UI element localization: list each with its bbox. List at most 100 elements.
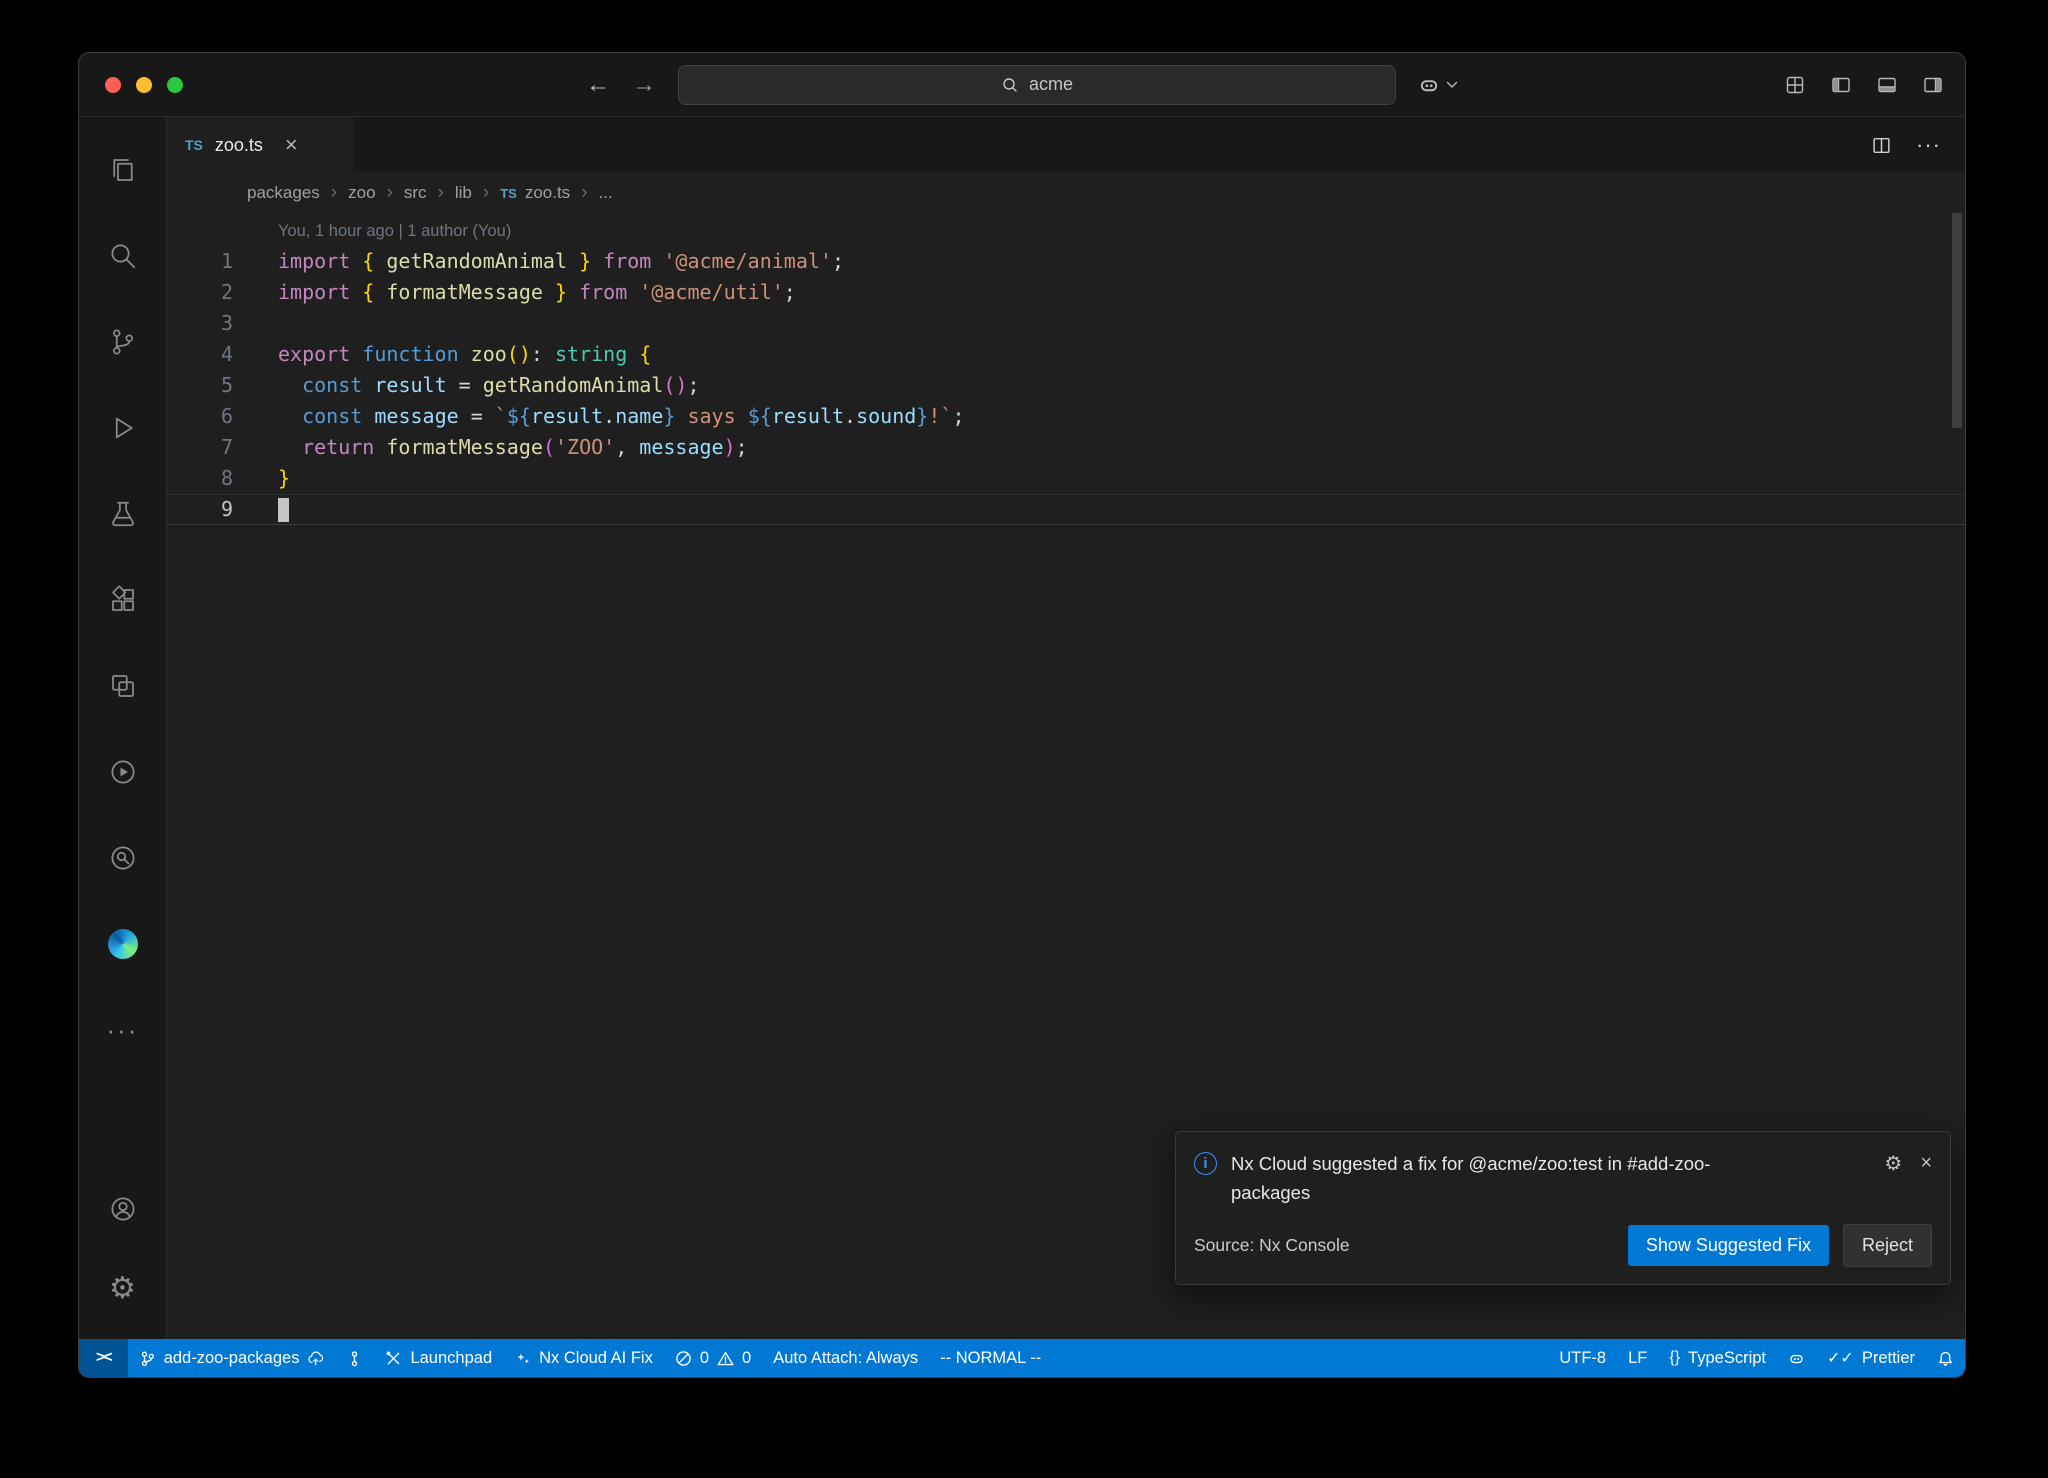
toggle-sidebar-left-icon[interactable] xyxy=(1831,75,1851,95)
breadcrumb-item[interactable]: lib xyxy=(455,183,472,203)
branch-item[interactable]: add-zoo-packages xyxy=(128,1339,336,1377)
problems-item[interactable]: 0 0 xyxy=(664,1339,762,1377)
account-icon[interactable] xyxy=(93,1169,153,1249)
breadcrumb: packages›zoo›src›lib›TSzoo.ts›... xyxy=(167,173,1965,213)
title-bar: ← → acme xyxy=(79,53,1965,117)
error-icon xyxy=(675,1350,692,1367)
line-number: 9 xyxy=(167,494,233,525)
code-text: export function zoo(): string { xyxy=(233,339,651,370)
copilot-icon xyxy=(1788,1350,1805,1367)
code-line[interactable]: 7 return formatMessage('ZOO', message); xyxy=(167,432,1965,463)
auto-attach-item[interactable]: Auto Attach: Always xyxy=(762,1339,929,1377)
close-window-button[interactable] xyxy=(105,77,121,93)
eol-item[interactable]: LF xyxy=(1617,1339,1658,1377)
line-number: 1 xyxy=(167,246,233,277)
forward-icon[interactable]: → xyxy=(632,73,656,97)
breadcrumb-item[interactable]: packages xyxy=(247,183,320,203)
breadcrumb-item[interactable]: zoo xyxy=(348,183,375,203)
line-number: 7 xyxy=(167,432,233,463)
code-line[interactable]: 4export function zoo(): string { xyxy=(167,339,1965,370)
back-icon[interactable]: ← xyxy=(586,73,610,97)
braces-icon: {} xyxy=(1669,1349,1680,1367)
search-circle-icon[interactable] xyxy=(93,815,153,901)
code-text: import { formatMessage } from '@acme/uti… xyxy=(233,277,796,308)
search-sidebar-icon[interactable] xyxy=(93,213,153,299)
copilot-menu[interactable] xyxy=(1418,74,1458,96)
editor-more-actions-icon[interactable]: ··· xyxy=(1916,132,1941,158)
line-number: 5 xyxy=(167,370,233,401)
gitlens-blame: You, 1 hour ago | 1 author (You) xyxy=(167,217,1965,246)
code-line[interactable]: 1import { getRandomAnimal } from '@acme/… xyxy=(167,246,1965,277)
code-line[interactable]: 5 const result = getRandomAnimal(); xyxy=(167,370,1965,401)
code-line[interactable]: 2import { formatMessage } from '@acme/ut… xyxy=(167,277,1965,308)
code-text: const message = `${result.name} says ${r… xyxy=(233,401,964,432)
language-item[interactable]: {} TypeScript xyxy=(1658,1339,1777,1377)
minimize-window-button[interactable] xyxy=(136,77,152,93)
split-editor-icon[interactable] xyxy=(1871,135,1892,156)
copilot-status-item[interactable] xyxy=(1777,1339,1816,1377)
window-controls xyxy=(105,77,183,93)
settings-gear-icon[interactable]: ⚙ xyxy=(93,1249,153,1329)
code-text: } xyxy=(233,463,290,494)
nx-cloud-fix-item[interactable]: Nx Cloud AI Fix xyxy=(503,1339,664,1377)
language-label: TypeScript xyxy=(1688,1349,1766,1368)
warning-count: 0 xyxy=(742,1349,751,1368)
ts-file-icon: TS xyxy=(500,186,517,201)
run-circle-icon[interactable] xyxy=(93,729,153,815)
search-value: acme xyxy=(1029,74,1073,95)
edge-browser-icon[interactable] xyxy=(93,901,153,987)
toggle-sidebar-right-icon[interactable] xyxy=(1923,75,1943,95)
notification-settings-icon[interactable]: ⚙ xyxy=(1884,1151,1902,1176)
launchpad-item[interactable]: Launchpad xyxy=(374,1339,503,1377)
breadcrumb-separator: › xyxy=(483,182,489,204)
breadcrumb-item[interactable]: TSzoo.ts xyxy=(500,183,570,203)
source-control-icon[interactable] xyxy=(93,299,153,385)
notification-toast: i Nx Cloud suggested a fix for @acme/zoo… xyxy=(1175,1131,1951,1285)
info-icon: i xyxy=(1194,1152,1217,1175)
encoding-item[interactable]: UTF-8 xyxy=(1548,1339,1617,1377)
notification-close-icon[interactable]: × xyxy=(1920,1152,1932,1175)
explorer-icon[interactable] xyxy=(93,127,153,213)
layout-grid-icon[interactable] xyxy=(1785,75,1805,95)
formatter-item[interactable]: ✓✓ Prettier xyxy=(1816,1339,1926,1377)
breadcrumb-item[interactable]: ... xyxy=(599,183,613,203)
sparkle-icon xyxy=(514,1350,531,1367)
tab-close-icon[interactable]: × xyxy=(285,132,298,158)
code-text xyxy=(233,494,289,525)
vim-mode-item[interactable]: -- NORMAL -- xyxy=(929,1339,1052,1377)
code-lines: 1import { getRandomAnimal } from '@acme/… xyxy=(167,246,1965,525)
code-line[interactable]: 6 const message = `${result.name} says $… xyxy=(167,401,1965,432)
status-bar: >< add-zoo-packages Launchpad xyxy=(79,1339,1965,1377)
editor-cursor xyxy=(278,498,289,522)
tab-zoo-ts[interactable]: TS zoo.ts × xyxy=(167,117,353,173)
double-check-icon: ✓✓ xyxy=(1827,1348,1854,1368)
ts-file-icon: TS xyxy=(185,137,203,153)
vim-mode-label: -- NORMAL -- xyxy=(940,1349,1041,1368)
testing-icon[interactable] xyxy=(93,471,153,557)
show-suggested-fix-button[interactable]: Show Suggested Fix xyxy=(1628,1225,1829,1266)
copilot-icon xyxy=(1418,74,1440,96)
breadcrumb-separator: › xyxy=(387,182,393,204)
reject-button[interactable]: Reject xyxy=(1843,1224,1932,1267)
notification-message: Nx Cloud suggested a fix for @acme/zoo:t… xyxy=(1231,1149,1731,1208)
extensions-icon[interactable] xyxy=(93,557,153,643)
remote-indicator[interactable]: >< xyxy=(79,1339,128,1377)
breadcrumb-item[interactable]: src xyxy=(404,183,427,203)
run-debug-icon[interactable] xyxy=(93,385,153,471)
eol-label: LF xyxy=(1628,1349,1647,1368)
editor-scrollbar[interactable] xyxy=(1952,213,1962,428)
encoding-label: UTF-8 xyxy=(1559,1349,1606,1368)
zoom-window-button[interactable] xyxy=(167,77,183,93)
code-line[interactable]: 8} xyxy=(167,463,1965,494)
code-line[interactable]: 9 xyxy=(167,494,1965,525)
more-views-icon[interactable]: ··· xyxy=(93,987,153,1073)
code-text: const result = getRandomAnimal(); xyxy=(233,370,700,401)
command-center-search[interactable]: acme xyxy=(678,65,1396,105)
code-text xyxy=(233,308,278,339)
notifications-bell-item[interactable] xyxy=(1926,1339,1965,1377)
toggle-panel-icon[interactable] xyxy=(1877,75,1897,95)
branch-name: add-zoo-packages xyxy=(164,1349,300,1368)
commit-graph-item[interactable] xyxy=(335,1339,374,1377)
code-line[interactable]: 3 xyxy=(167,308,1965,339)
remote-explorer-icon[interactable] xyxy=(93,643,153,729)
